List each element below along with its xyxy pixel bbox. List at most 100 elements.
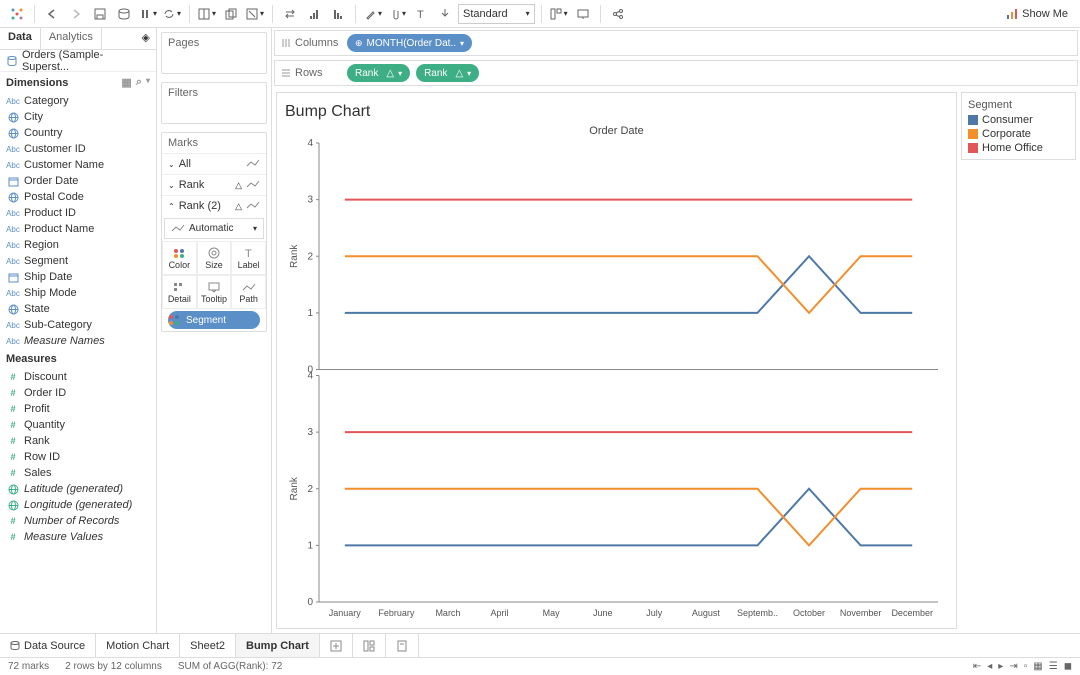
field-quantity[interactable]: #Quantity [0,417,156,433]
field-sub-category[interactable]: AbcSub-Category [0,317,156,333]
field-postal-code[interactable]: Postal Code [0,189,156,205]
view-grid-icon[interactable]: ▦ [121,76,131,89]
field-profit[interactable]: #Profit [0,401,156,417]
marks-detail[interactable]: Detail [162,275,197,309]
tab-sheet2[interactable]: Sheet2 [180,634,236,658]
marks-size[interactable]: Size [197,241,232,275]
new-story-button[interactable] [386,634,419,658]
tab-data[interactable]: Data [0,28,41,49]
search-icon[interactable]: ⌕ [136,76,142,89]
new-datasource-icon[interactable] [113,3,135,25]
field-latitude-generated-[interactable]: Latitude (generated) [0,481,156,497]
sort-asc-icon[interactable] [303,3,325,25]
field-ship-mode[interactable]: AbcShip Mode [0,285,156,301]
connect-icon[interactable]: ◈ [136,28,156,49]
nav-last-icon[interactable]: ⇥ [1009,661,1017,672]
columns-pill[interactable]: ⊕MONTH(Order Dat..▾ [347,34,472,52]
field-region[interactable]: AbcRegion [0,237,156,253]
pages-shelf[interactable]: Pages [161,32,267,74]
field-sales[interactable]: #Sales [0,465,156,481]
forward-icon[interactable] [65,3,87,25]
columns-shelf[interactable]: Columns ⊕MONTH(Order Dat..▾ [274,30,1078,56]
field-segment[interactable]: AbcSegment [0,253,156,269]
marks-path[interactable]: Path [231,275,266,309]
rows-pill-2[interactable]: Rank△▾ [416,64,479,82]
menu-icon[interactable]: ▾ [146,76,150,89]
rows-shelf[interactable]: Rows Rank△▾ Rank△▾ [274,60,1078,86]
legend-item-home-office[interactable]: Home Office [966,141,1071,155]
marks-tooltip[interactable]: Tooltip [197,275,232,309]
presentation-icon[interactable] [572,3,594,25]
marks-type-select[interactable]: Automatic▾ [164,218,264,239]
field-ship-date[interactable]: Ship Date [0,269,156,285]
view-grid-icon[interactable]: ▦ [1033,661,1042,672]
field-number-of-records[interactable]: #Number of Records [0,513,156,529]
view-small-icon[interactable]: ▫ [1024,661,1028,672]
share-icon[interactable] [607,3,629,25]
svg-text:4: 4 [307,371,313,382]
filters-shelf[interactable]: Filters [161,82,267,124]
measures-list: #Discount#Order ID#Profit#Quantity#Rank#… [0,369,156,545]
chart-canvas[interactable]: Bump Chart Order Date 01234Rank01234Rank… [276,92,957,629]
new-worksheet-icon[interactable]: ▾ [196,3,218,25]
field-rank[interactable]: #Rank [0,433,156,449]
attach-icon[interactable]: ▾ [386,3,408,25]
field-state[interactable]: State [0,301,156,317]
nav-first-icon[interactable]: ⇤ [973,661,981,672]
field-customer-name[interactable]: AbcCustomer Name [0,157,156,173]
legend-item-consumer[interactable]: Consumer [966,113,1071,127]
pause-updates-icon[interactable]: ▾ [137,3,159,25]
rows-pill-1[interactable]: Rank△▾ [347,64,410,82]
highlight-icon[interactable]: ▾ [362,3,384,25]
show-me-button[interactable]: Show Me [1000,6,1074,22]
text-icon[interactable]: T [410,3,432,25]
nav-next-icon[interactable]: ▸ [998,661,1003,672]
bottom-tabs: Data Source Motion Chart Sheet2 Bump Cha… [0,633,1080,657]
tab-analytics[interactable]: Analytics [41,28,102,49]
show-cards-icon[interactable]: ▾ [548,3,570,25]
tab-motion-chart[interactable]: Motion Chart [96,634,180,658]
sort-desc-icon[interactable] [327,3,349,25]
new-worksheet-button[interactable] [320,634,353,658]
pin-icon[interactable] [434,3,456,25]
marks-label[interactable]: TLabel [231,241,266,275]
field-order-id[interactable]: #Order ID [0,385,156,401]
segment-color-pill[interactable]: Segment [168,311,260,329]
field-measure-values[interactable]: #Measure Values [0,529,156,545]
bump-chart-svg: 01234Rank01234RankJanuaryFebruaryMarchAp… [285,139,948,620]
save-icon[interactable] [89,3,111,25]
datasource-item[interactable]: Orders (Sample-Superst... [0,50,156,72]
svg-text:Rank: Rank [289,244,300,268]
duplicate-icon[interactable] [220,3,242,25]
field-product-name[interactable]: AbcProduct Name [0,221,156,237]
field-country[interactable]: Country [0,125,156,141]
field-category[interactable]: AbcCategory [0,93,156,109]
field-row-id[interactable]: #Row ID [0,449,156,465]
marks-all[interactable]: ⌄All [162,153,266,174]
fit-mode-select[interactable]: Standard▾ [458,4,535,24]
chart-title[interactable]: Bump Chart [285,101,948,123]
field-customer-id[interactable]: AbcCustomer ID [0,141,156,157]
data-panel: Data Analytics ◈ Orders (Sample-Superst.… [0,28,157,633]
field-discount[interactable]: #Discount [0,369,156,385]
marks-rank1[interactable]: ⌄Rank△ [162,174,266,195]
field-measure-names[interactable]: AbcMeasure Names [0,333,156,349]
marks-color[interactable]: Color [162,241,197,275]
back-icon[interactable] [41,3,63,25]
swap-icon[interactable] [279,3,301,25]
clear-icon[interactable]: ▾ [244,3,266,25]
field-longitude-generated-[interactable]: Longitude (generated) [0,497,156,513]
nav-prev-icon[interactable]: ◂ [987,661,992,672]
legend-item-corporate[interactable]: Corporate [966,127,1071,141]
view-full-icon[interactable]: ◼ [1064,661,1072,672]
new-dashboard-button[interactable] [353,634,386,658]
tab-datasource[interactable]: Data Source [0,634,96,658]
field-order-date[interactable]: Order Date [0,173,156,189]
tab-bump-chart[interactable]: Bump Chart [236,634,320,658]
refresh-icon[interactable]: ▾ [161,3,183,25]
marks-rank2[interactable]: ⌃Rank (2)△ [162,195,266,216]
logo-icon[interactable] [6,3,28,25]
field-product-id[interactable]: AbcProduct ID [0,205,156,221]
field-city[interactable]: City [0,109,156,125]
view-list-icon[interactable]: ☰ [1049,661,1058,672]
